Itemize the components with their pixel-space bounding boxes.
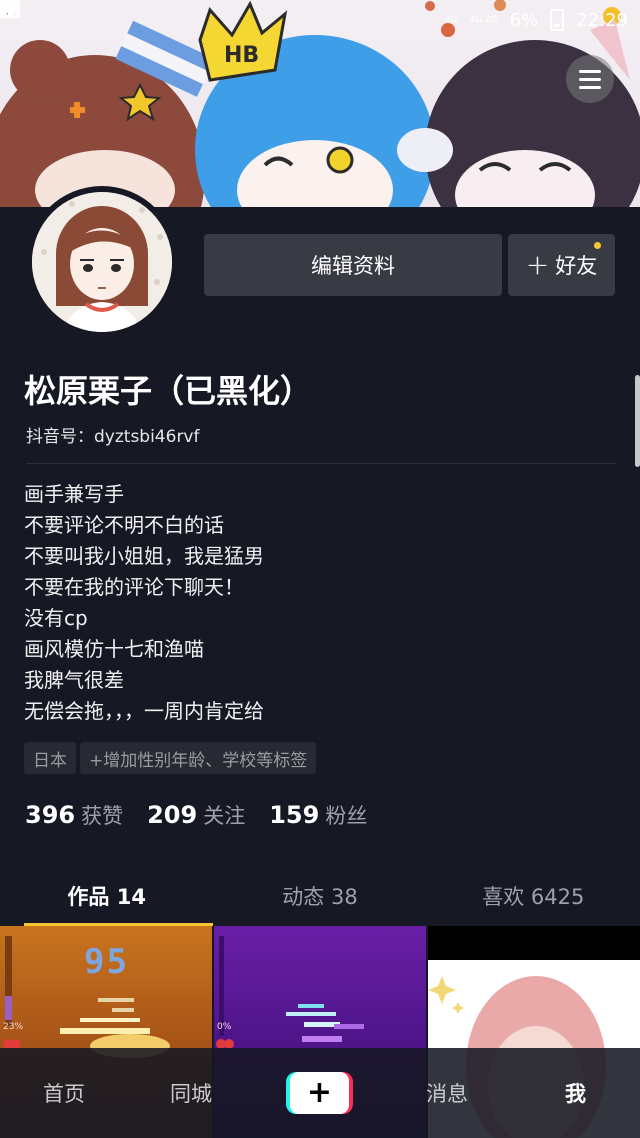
likes-stat[interactable]: 396 获赞 [25, 800, 123, 830]
battery-percent: 6% [509, 9, 539, 31]
menu-button[interactable] [566, 55, 614, 103]
followers-stat[interactable]: 159 粉丝 [269, 800, 367, 830]
tab-likes-label: 喜欢 6425 [482, 885, 585, 909]
nfc-icon [0, 0, 401, 29]
scrollbar[interactable] [635, 375, 640, 467]
nav-me[interactable]: 我 [565, 1078, 586, 1108]
following-label: 关注 [203, 804, 246, 828]
status-bar: 4G 4G 2G 6% 22:29 [0, 0, 640, 40]
bio-line: 画手兼写手 [24, 482, 124, 506]
wifi-icon [1, 2, 433, 29]
content-tabs: 作品 14 动态 38 喜欢 6425 [0, 866, 640, 926]
tab-likes[interactable]: 喜欢 6425 [427, 866, 640, 926]
followers-label: 粉丝 [325, 804, 368, 828]
tab-works-label: 作品 14 [67, 885, 146, 909]
bio-line: 不要在我的评论下聊天！ [24, 575, 244, 599]
notification-dot [594, 242, 601, 249]
add-friend-label: 好友 [555, 254, 598, 278]
followers-count: 159 [269, 801, 320, 829]
tab-activity-label: 动态 38 [282, 885, 358, 909]
add-tags-button[interactable]: +增加性别年龄、学校等标签 [80, 742, 317, 774]
battery-icon [550, 9, 565, 31]
following-count: 209 [147, 801, 198, 829]
crown-letters: HB [224, 43, 259, 68]
plus-icon: + [290, 1072, 349, 1114]
nav-home[interactable]: 首页 [43, 1078, 85, 1108]
avatar-artwork [32, 192, 172, 332]
alert-notification-icon [1, 1, 96, 29]
likes-count: 396 [25, 801, 76, 829]
nav-messages[interactable]: 消息 [426, 1078, 468, 1108]
douyin-id[interactable]: 抖音号：dyztsbi46rvf [26, 422, 199, 447]
country-tag[interactable]: 日本 [24, 742, 76, 774]
create-video-button[interactable]: + [286, 1072, 353, 1114]
divider [26, 463, 616, 464]
tiktok-notification-icon [0, 0, 64, 29]
video-progress: 23% [3, 1022, 24, 1032]
video-score: 95 [84, 942, 129, 982]
tab-activity[interactable]: 动态 38 [213, 866, 426, 926]
following-stat[interactable]: 209 关注 [147, 800, 245, 830]
bio-line: 没有cp [24, 606, 88, 630]
username: 松原栗子（已黑化） [24, 372, 313, 410]
stats-row: 396 获赞 209 关注 159 粉丝 [25, 800, 367, 830]
nav-city[interactable]: 同城 [170, 1078, 212, 1108]
plus-icon: + [525, 248, 550, 281]
bio-line: 不要叫我小姐姐，我是猛男 [24, 544, 264, 568]
add-friend-button[interactable]: + 好友 [508, 234, 615, 296]
bio-line: 无偿会拖，，，一周内肯定给 [24, 699, 264, 723]
video-progress: 0% [217, 1022, 232, 1032]
tab-works[interactable]: 作品 14 [0, 866, 214, 926]
network-1-indicator: 4G [444, 15, 458, 25]
edit-profile-button[interactable]: 编辑资料 [204, 234, 502, 296]
bio: 画手兼写手 不要评论不明不白的话 不要叫我小姐姐，我是猛男 不要在我的评论下聊天… [24, 479, 264, 727]
clock: 22:29 [576, 9, 628, 31]
bio-line: 我脾气很差 [24, 668, 124, 692]
bottom-nav: 首页 同城 + 消息 我 [0, 1048, 640, 1138]
avatar[interactable] [26, 186, 178, 338]
hamburger-icon [579, 69, 601, 73]
profile-banner[interactable]: HB 4G 4G 2G 6% 22:29 [0, 0, 640, 207]
bio-line: 画风模仿十七和渔喵 [24, 637, 204, 661]
bluetooth-icon [1, 0, 369, 29]
bio-line: 不要评论不明不白的话 [24, 513, 224, 537]
network-2-indicator: 4G 2G [469, 15, 498, 25]
likes-label: 获赞 [81, 804, 124, 828]
